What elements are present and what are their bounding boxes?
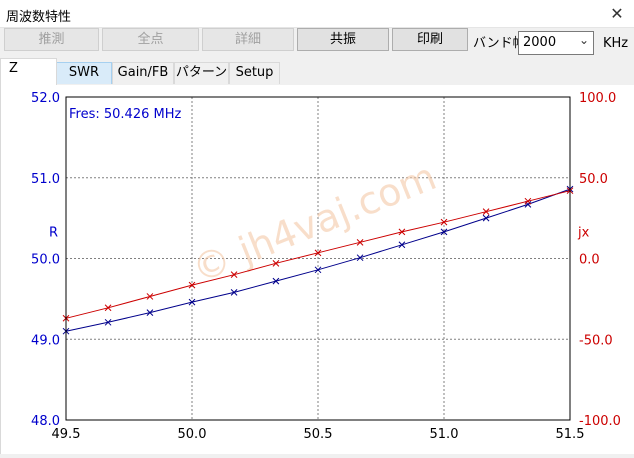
bandwidth-value: 2000 bbox=[523, 35, 557, 50]
resonance-button[interactable]: 共振 bbox=[297, 28, 389, 51]
grid bbox=[66, 97, 570, 420]
close-icon[interactable]: ✕ bbox=[600, 0, 634, 28]
estimate-button[interactable]: 推測 bbox=[4, 28, 99, 51]
left-axis-label: R bbox=[49, 226, 58, 241]
left-series-point bbox=[524, 201, 532, 208]
tab-pattern[interactable]: パターン bbox=[174, 62, 229, 84]
left-series-point bbox=[272, 277, 280, 285]
left-tick-label: 49.0 bbox=[31, 333, 60, 348]
right-tick-label: 0.0 bbox=[579, 253, 600, 268]
tab-gain-fb[interactable]: Gain/FB bbox=[112, 62, 174, 84]
bandwidth-select[interactable]: 2000 ⌄ bbox=[518, 31, 594, 55]
axes: 49.5 50.0 50.5 51.0 51.5 52.0 51.0 50.0 49.0 48.0… bbox=[31, 91, 621, 442]
right-axis-label: jx bbox=[577, 226, 590, 241]
print-button[interactable]: 印刷 bbox=[392, 28, 468, 51]
fres-annotation: Fres: 50.426 MHz bbox=[69, 107, 181, 122]
left-tick-label: 48.0 bbox=[31, 414, 60, 429]
chart-pane: © jh4vaj.com 49.5 50.0 50.5 51.0 51.5 52.0 51.… bbox=[0, 85, 634, 454]
tab-swr[interactable]: SWR bbox=[56, 62, 112, 84]
left-tick-label: 50.0 bbox=[31, 253, 60, 268]
title-bar: 周波数特性 ✕ bbox=[0, 0, 634, 28]
tab-strip: Gain/FB パターン Setup SWR Z bbox=[0, 58, 634, 85]
window-title: 周波数特性 bbox=[6, 10, 72, 25]
right-tick-label: 100.0 bbox=[579, 91, 616, 106]
right-tick-label: -100.0 bbox=[579, 414, 621, 429]
right-series-point bbox=[146, 293, 154, 300]
left-tick-label: 51.0 bbox=[31, 172, 60, 187]
x-tick-label: 51.5 bbox=[556, 427, 585, 442]
x-tick-label: 49.5 bbox=[52, 427, 81, 442]
x-tick-label: 50.0 bbox=[178, 427, 207, 442]
right-tick-label: -50.0 bbox=[579, 333, 613, 348]
impedance-chart: © jh4vaj.com 49.5 50.0 50.5 51.0 51.552.051.… bbox=[31, 91, 621, 442]
chevron-down-icon: ⌄ bbox=[578, 33, 589, 47]
x-tick-label: 51.0 bbox=[430, 427, 459, 442]
left-series-point bbox=[398, 241, 406, 249]
left-tick-label: 52.0 bbox=[31, 91, 60, 106]
tab-setup[interactable]: Setup bbox=[229, 62, 280, 84]
all-points-button[interactable]: 全点 bbox=[102, 28, 199, 51]
x-tick-label: 50.5 bbox=[304, 427, 333, 442]
left-series-point bbox=[482, 214, 490, 222]
right-series-point bbox=[188, 281, 196, 289]
detail-button[interactable]: 詳細 bbox=[202, 28, 294, 51]
tab-z[interactable]: Z bbox=[0, 58, 57, 85]
right-tick-label: 50.0 bbox=[579, 172, 608, 187]
right-series-point bbox=[104, 304, 112, 312]
left-series-point bbox=[356, 254, 364, 262]
bandwidth-unit: KHz bbox=[603, 36, 629, 51]
left-series-point bbox=[314, 266, 322, 274]
